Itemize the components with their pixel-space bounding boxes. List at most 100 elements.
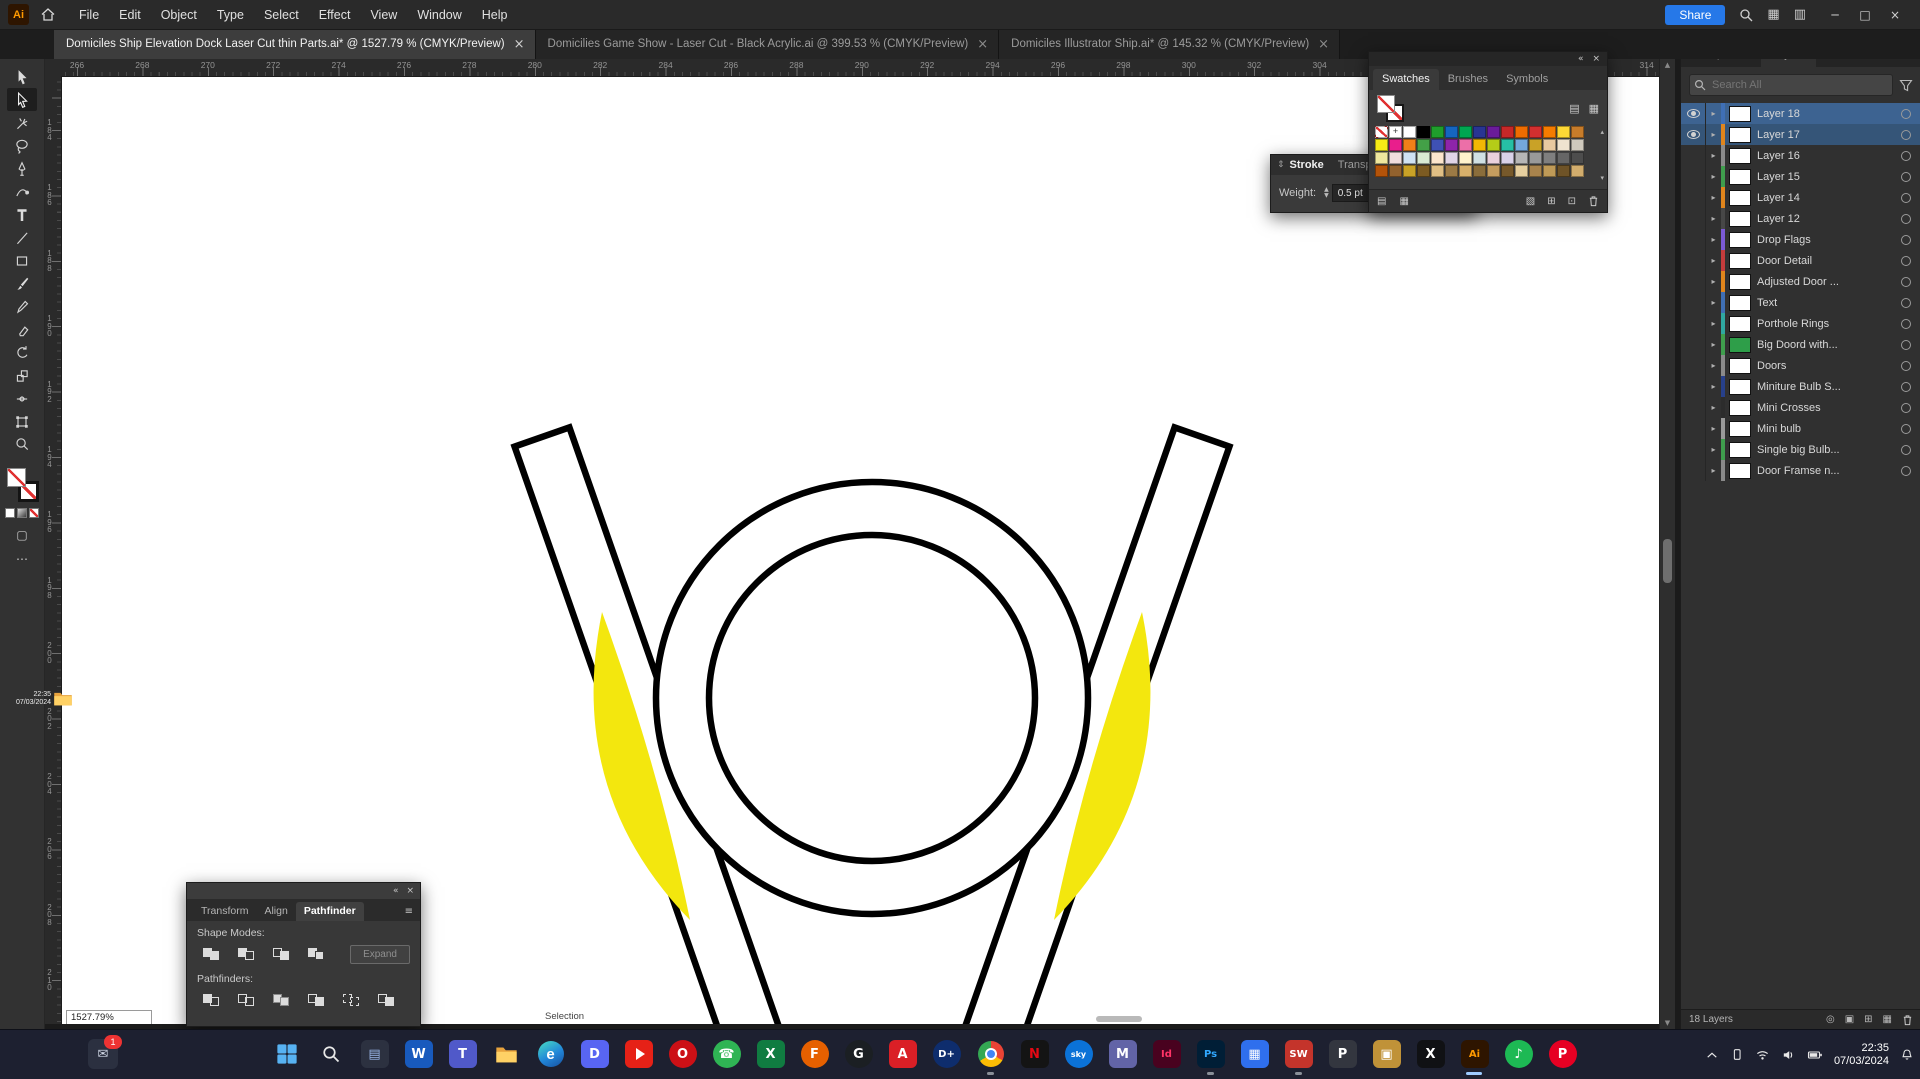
screen-mode-icon[interactable]: ▢ — [0, 528, 44, 542]
layer-target-icon[interactable] — [1901, 151, 1911, 161]
scroll-down-icon[interactable]: ▼ — [1660, 1019, 1675, 1027]
swatch[interactable] — [1557, 152, 1570, 164]
swatch[interactable] — [1431, 152, 1444, 164]
taskbar-search[interactable] — [316, 1039, 345, 1069]
visibility-toggle[interactable] — [1681, 439, 1706, 460]
taskbar-widgets[interactable]: ▤ — [360, 1039, 389, 1069]
trim-button[interactable] — [232, 990, 260, 1010]
swatch[interactable] — [1403, 139, 1416, 151]
panel-cycle-icon[interactable]: ⇕ — [1277, 160, 1285, 170]
taskbar-pin-app[interactable]: P — [1328, 1039, 1357, 1069]
collapse-panel-icon[interactable]: « — [1578, 54, 1584, 64]
swatch[interactable] — [1417, 139, 1430, 151]
swatch[interactable] — [1417, 152, 1430, 164]
battery-icon[interactable] — [1807, 1048, 1823, 1062]
visibility-toggle[interactable] — [1681, 250, 1706, 271]
vertical-ruler[interactable]: 1 8 41 8 61 8 81 9 01 9 21 9 41 9 61 9 8… — [44, 76, 62, 1024]
folder-icon[interactable] — [53, 690, 73, 707]
swatch[interactable] — [1557, 139, 1570, 151]
layer-target-icon[interactable] — [1901, 172, 1911, 182]
swatch[interactable] — [1529, 139, 1542, 151]
expand-chevron-icon[interactable]: ▸ — [1706, 214, 1721, 223]
layer-target-icon[interactable] — [1901, 340, 1911, 350]
vertical-scrollbar-thumb[interactable] — [1663, 539, 1672, 583]
swatch-fill-stroke-proxy[interactable] — [1377, 94, 1407, 122]
layer-row[interactable]: ▸Doors — [1681, 355, 1920, 376]
swatch[interactable] — [1459, 165, 1472, 177]
swatch[interactable] — [1487, 165, 1500, 177]
gradient-button[interactable] — [17, 508, 27, 518]
taskbar-illustrator[interactable]: Ai — [1460, 1039, 1489, 1069]
visibility-toggle[interactable] — [1681, 418, 1706, 439]
menu-select[interactable]: Select — [254, 8, 309, 22]
swatch[interactable] — [1417, 165, 1430, 177]
visibility-toggle[interactable] — [1681, 145, 1706, 166]
menu-object[interactable]: Object — [151, 8, 207, 22]
scroll-up-icon[interactable]: ▲ — [1660, 61, 1675, 69]
tab-close-icon[interactable]: × — [977, 37, 988, 52]
expand-chevron-icon[interactable]: ▸ — [1706, 277, 1721, 286]
tab-align[interactable]: Align — [256, 902, 295, 921]
swatch[interactable] — [1459, 126, 1472, 138]
lasso-tool[interactable] — [7, 134, 37, 157]
tab-swatches[interactable]: Swatches — [1373, 69, 1439, 90]
swatch-libraries-icon[interactable]: ▤ — [1377, 196, 1386, 207]
layer-target-icon[interactable] — [1901, 214, 1911, 224]
vertical-scrollbar[interactable]: ▲ ▼ — [1659, 59, 1675, 1029]
share-button[interactable]: Share — [1665, 5, 1725, 25]
close-panel-icon[interactable]: × — [406, 886, 414, 896]
make-clip-mask-icon[interactable]: ▣ — [1845, 1014, 1854, 1025]
selection-tool[interactable] — [7, 65, 37, 88]
menu-edit[interactable]: Edit — [109, 8, 151, 22]
swatch[interactable] — [1445, 152, 1458, 164]
taskbar-opera[interactable]: O — [668, 1039, 697, 1069]
swatch[interactable] — [1431, 165, 1444, 177]
taskbar-chat-app[interactable]: ✉ 1 — [88, 1039, 118, 1069]
new-swatch-icon[interactable]: ⊡ — [1568, 196, 1576, 207]
taskbar-solidworks[interactable]: SW — [1284, 1039, 1313, 1069]
filter-icon[interactable] — [1899, 79, 1913, 92]
locate-object-icon[interactable]: ◎ — [1826, 1014, 1835, 1025]
rotate-tool[interactable] — [7, 341, 37, 364]
horizontal-scrollbar-thumb[interactable] — [1096, 1016, 1142, 1022]
expand-chevron-icon[interactable]: ▸ — [1706, 382, 1721, 391]
document-tab[interactable]: Domiciles Ship Elevation Dock Laser Cut … — [54, 29, 536, 59]
swatch[interactable] — [1445, 126, 1458, 138]
layer-target-icon[interactable] — [1901, 319, 1911, 329]
edit-toolbar-icon[interactable]: ⋯ — [0, 552, 44, 566]
swatch[interactable] — [1501, 165, 1514, 177]
layer-target-icon[interactable] — [1901, 424, 1911, 434]
taskbar-m365[interactable]: M — [1108, 1039, 1137, 1069]
swatch[interactable] — [1445, 165, 1458, 177]
expand-chevron-icon[interactable]: ▸ — [1706, 172, 1721, 181]
swatch[interactable] — [1571, 152, 1584, 164]
search-input[interactable] — [1689, 74, 1893, 96]
visibility-toggle[interactable] — [1681, 355, 1706, 376]
layer-row[interactable]: ▸Door Detail — [1681, 250, 1920, 271]
swatch[interactable] — [1501, 139, 1514, 151]
visibility-toggle[interactable] — [1681, 166, 1706, 187]
intersect-button[interactable] — [267, 944, 295, 964]
layer-target-icon[interactable] — [1901, 277, 1911, 287]
expand-button[interactable]: Expand — [350, 945, 410, 964]
direct-selection-tool[interactable] — [7, 88, 37, 111]
tab-transform[interactable]: Transform — [193, 902, 256, 921]
visibility-toggle[interactable] — [1681, 397, 1706, 418]
swatch[interactable] — [1501, 152, 1514, 164]
swatch[interactable] — [1389, 139, 1402, 151]
menu-window[interactable]: Window — [407, 8, 471, 22]
layer-target-icon[interactable] — [1901, 130, 1911, 140]
document-tab[interactable]: Domiciles Illustrator Ship.ai* @ 145.32 … — [999, 29, 1340, 59]
swatch-kinds-icon[interactable]: ▦ — [1399, 196, 1408, 207]
expand-chevron-icon[interactable]: ▸ — [1706, 151, 1721, 160]
layer-row[interactable]: ▸Text — [1681, 292, 1920, 313]
swatch[interactable] — [1529, 126, 1542, 138]
layer-target-icon[interactable] — [1901, 466, 1911, 476]
swatch[interactable] — [1487, 139, 1500, 151]
document-tab[interactable]: Domicilies Game Show - Laser Cut - Black… — [536, 29, 1000, 59]
paintbrush-tool[interactable] — [7, 272, 37, 295]
new-sublayer-icon[interactable]: ⊞ — [1864, 1014, 1872, 1025]
taskbar-start[interactable] — [272, 1039, 301, 1069]
taskbar-briefcase-app[interactable]: ▣ — [1372, 1039, 1401, 1069]
swatch[interactable] — [1543, 139, 1556, 151]
